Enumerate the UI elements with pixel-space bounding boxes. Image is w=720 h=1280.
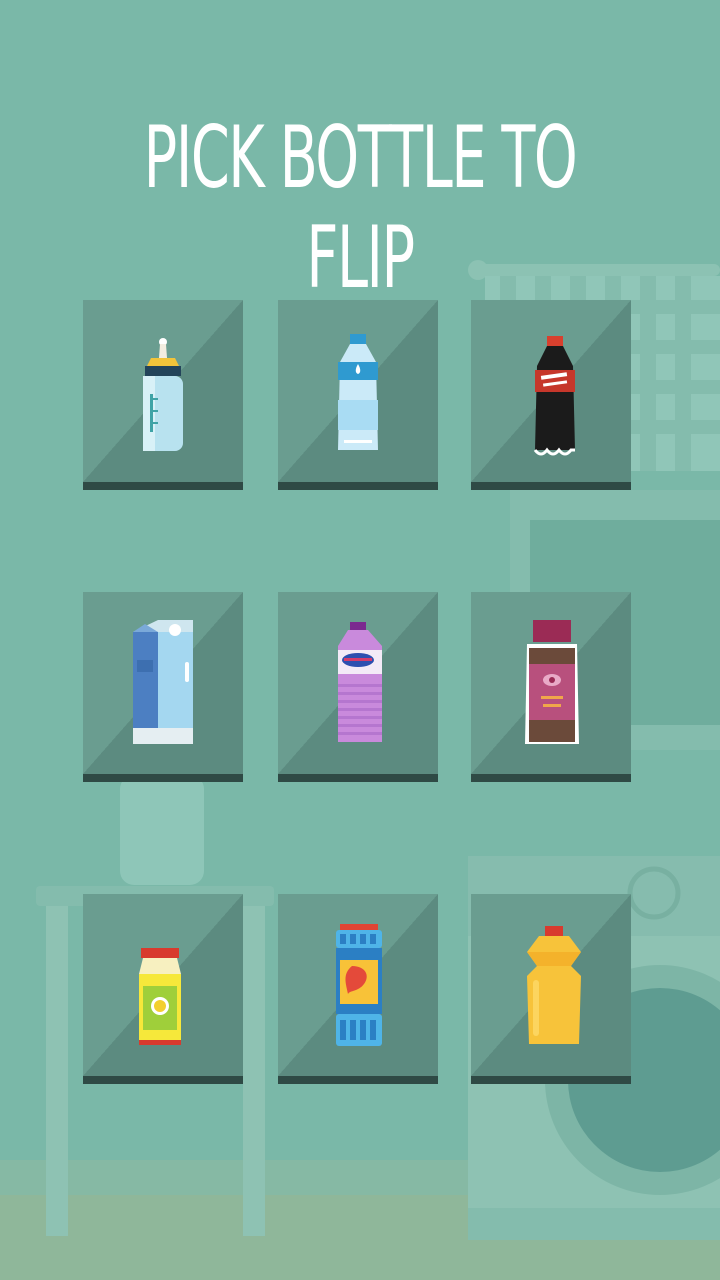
jar-bottle-icon bbox=[525, 620, 579, 744]
water-bottle-icon bbox=[338, 334, 378, 450]
blue-container-icon bbox=[336, 924, 382, 1046]
bottle-tile-purple[interactable] bbox=[278, 592, 438, 782]
baby-bottle-icon bbox=[143, 338, 183, 451]
purple-bottle-icon bbox=[338, 622, 382, 742]
juice-bottle-icon bbox=[139, 948, 181, 1045]
bottle-tile-container[interactable] bbox=[278, 894, 438, 1084]
milk-carton-icon bbox=[133, 620, 193, 744]
yellow-detergent-icon bbox=[527, 926, 581, 1044]
bottle-tile-water[interactable] bbox=[278, 300, 438, 490]
bottle-tile-juice[interactable] bbox=[83, 894, 243, 1084]
bottle-tile-cola[interactable] bbox=[471, 300, 631, 490]
cola-bottle-icon bbox=[533, 336, 575, 456]
bottle-tile-jar[interactable] bbox=[471, 592, 631, 782]
bottle-tile-detergent[interactable] bbox=[471, 894, 631, 1084]
page-title: PICK BOTTLE TO FLIP bbox=[143, 108, 578, 308]
bottle-tile-baby[interactable] bbox=[83, 300, 243, 490]
bottle-tile-milk[interactable] bbox=[83, 592, 243, 782]
